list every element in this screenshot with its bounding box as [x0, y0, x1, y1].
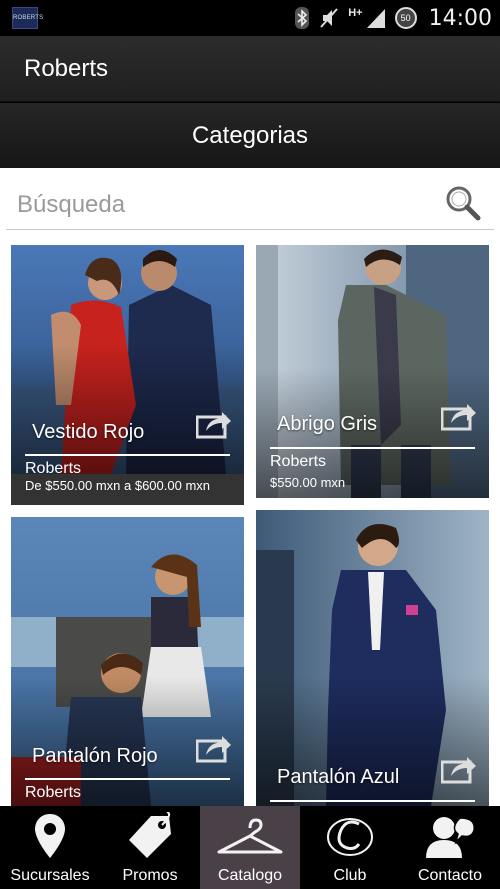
nav-item-catalogo[interactable]: Catalogo: [200, 806, 300, 889]
share-icon[interactable]: [441, 754, 477, 784]
category-header: Categorias: [0, 103, 500, 168]
search-icon[interactable]: [444, 184, 482, 222]
action-bar: Roberts: [0, 36, 500, 102]
card-divider: [270, 447, 475, 449]
nav-item-club[interactable]: Club: [300, 806, 400, 889]
map-pin-icon: [35, 814, 65, 858]
product-brand: Roberts: [25, 784, 82, 801]
clock: 14:00: [428, 5, 492, 31]
share-icon[interactable]: [441, 401, 477, 431]
nav-item-promos[interactable]: Promos: [100, 806, 200, 889]
battery-level: 50: [400, 13, 411, 23]
product-card-abrigo-gris[interactable]: Abrigo Gris Roberts $550.00 mxn: [256, 245, 489, 498]
signal-icon: [366, 9, 385, 28]
share-icon[interactable]: [196, 409, 232, 439]
contact-user-icon: [426, 817, 475, 858]
network-type: H+: [348, 7, 363, 19]
product-name: Vestido Rojo: [32, 421, 145, 443]
battery-icon: 50: [394, 7, 417, 29]
nav-label: Catalogo: [217, 867, 283, 884]
product-card-pantalon-azul[interactable]: Pantalón Azul: [256, 510, 489, 806]
product-card-vestido-rojo[interactable]: Vestido Rojo Roberts: [11, 245, 244, 474]
price-tag-icon: [129, 812, 171, 858]
product-card-vestido-rojo-footer[interactable]: De $550.00 mxn a $600.00 mxn: [11, 474, 244, 505]
product-name: Pantalón Azul: [277, 766, 400, 788]
hanger-icon: [217, 818, 283, 854]
bottom-nav: Sucursales Promos Catalogo Club Contacto: [0, 806, 500, 889]
nav-item-contacto[interactable]: Contacto: [400, 806, 500, 889]
nav-label: Promos: [122, 867, 178, 884]
card-divider: [25, 778, 230, 780]
search-bar: [6, 180, 494, 230]
product-name: Pantalón Rojo: [32, 745, 158, 767]
status-icons: H+ 50 14:00: [294, 0, 492, 36]
club-logo-icon: [327, 818, 373, 856]
bluetooth-icon: [295, 7, 310, 29]
search-input[interactable]: [17, 188, 427, 222]
app-title: Roberts: [24, 55, 109, 82]
product-card-pantalon-rojo[interactable]: Pantalón Rojo Roberts: [11, 517, 244, 806]
page-title: Categorias: [191, 122, 309, 149]
status-bar: ROBERTS H+ 50 14:00: [0, 0, 500, 36]
nav-label: Contacto: [417, 867, 483, 884]
nav-item-sucursales[interactable]: Sucursales: [0, 806, 100, 889]
product-brand: Roberts: [25, 460, 82, 474]
product-price: De $550.00 mxn a $600.00 mxn: [25, 478, 211, 493]
card-divider: [270, 800, 475, 802]
product-name: Abrigo Gris: [277, 413, 378, 435]
nav-label: Sucursales: [10, 867, 90, 884]
app-notification-icon: ROBERTS: [12, 7, 43, 29]
card-divider: [25, 454, 230, 456]
share-icon[interactable]: [196, 733, 232, 763]
product-price: $550.00 mxn: [270, 475, 346, 490]
mute-icon: [320, 8, 338, 28]
catalog-content[interactable]: Vestido Rojo Roberts De $550.00 mxn a $6…: [0, 168, 500, 806]
product-brand: Roberts: [270, 453, 327, 470]
nav-label: Club: [333, 867, 367, 884]
